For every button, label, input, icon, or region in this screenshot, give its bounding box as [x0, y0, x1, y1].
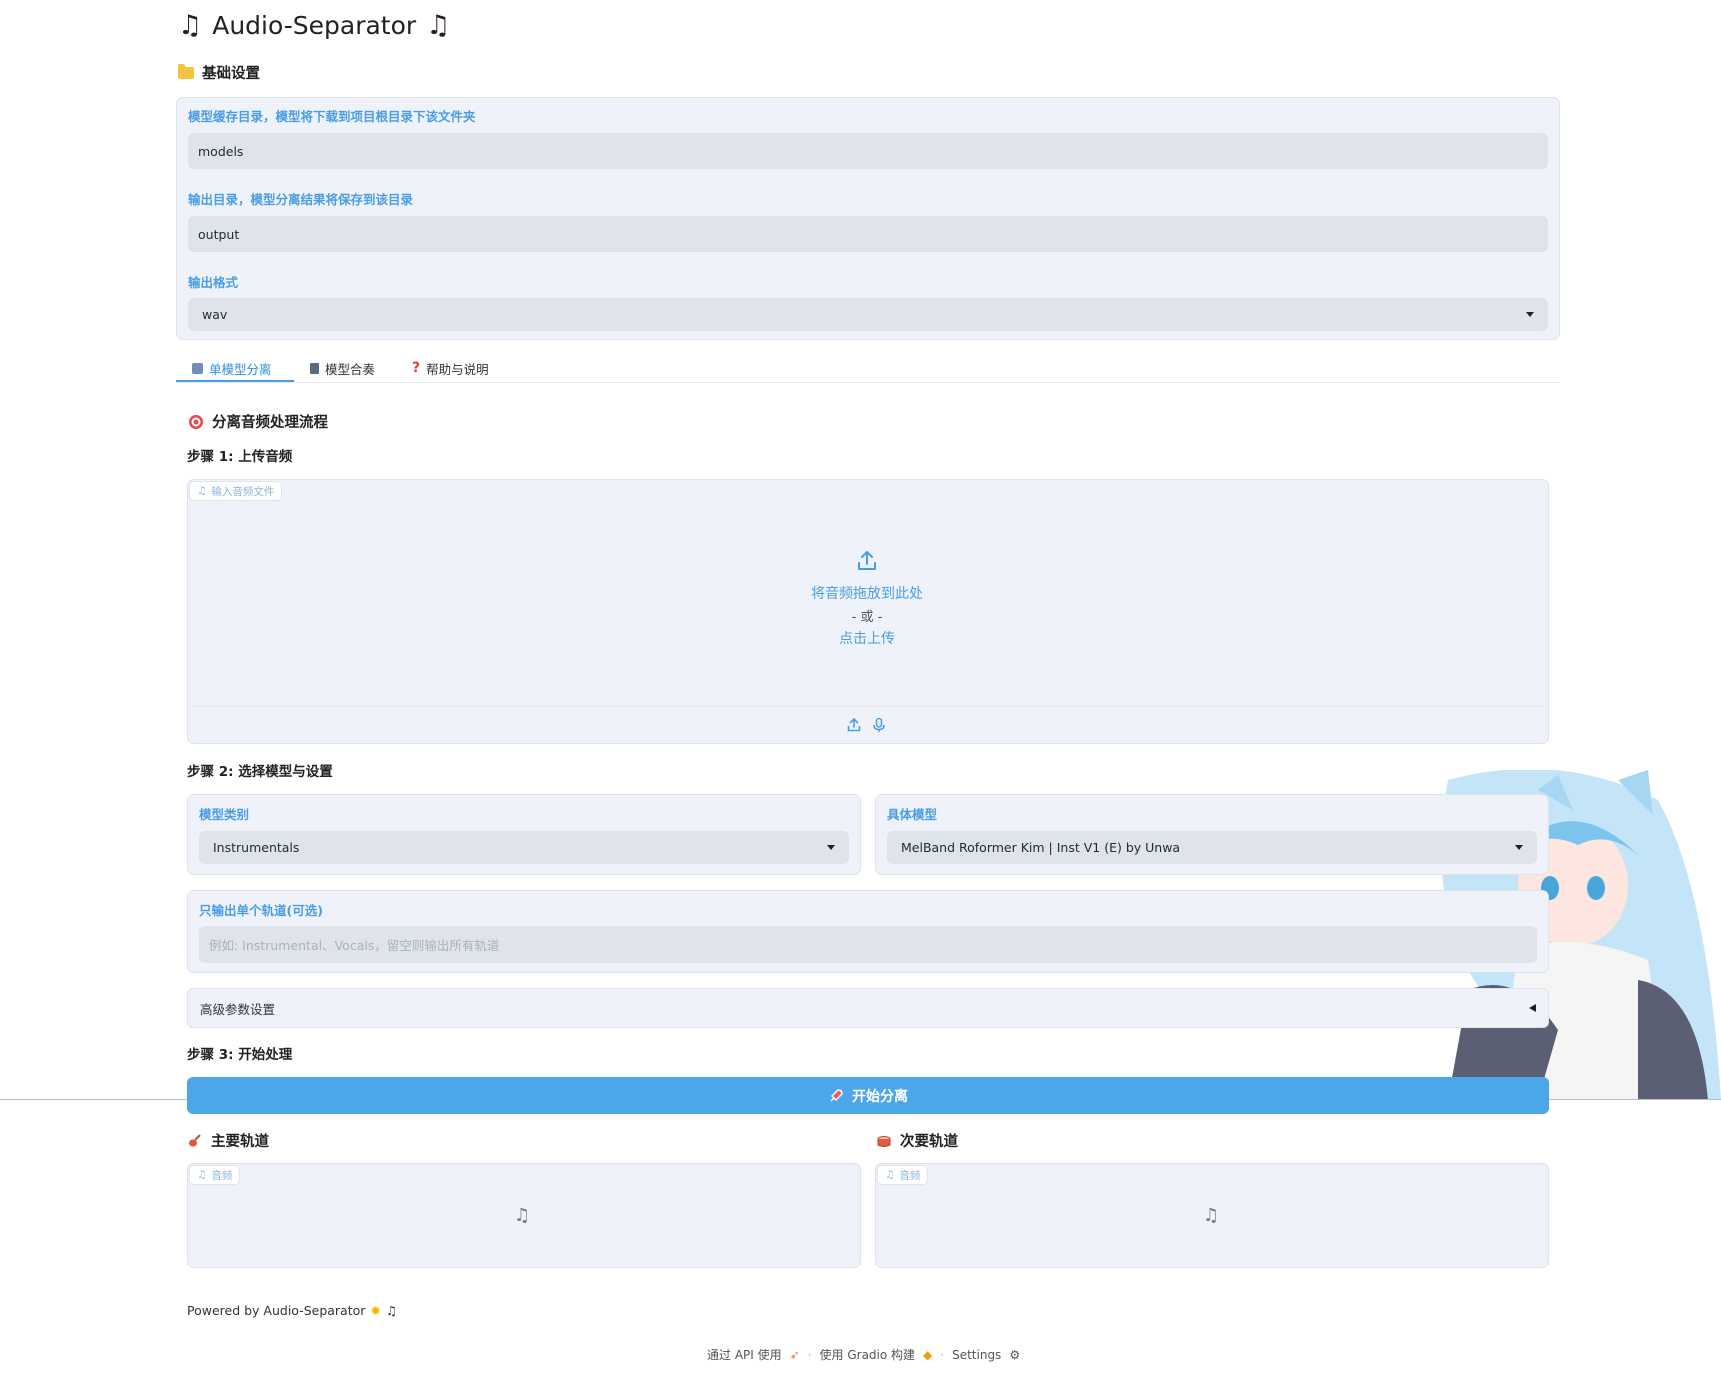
- secondary-audio-chip-label: 音频: [899, 1169, 921, 1182]
- footer-links: 通过 API 使用 ➶ · 使用 Gradio 构建 ◆ · Settings …: [707, 1346, 1020, 1363]
- secondary-stem-heading: 次要轨道: [876, 1130, 958, 1151]
- caret-left-icon: [1529, 1004, 1536, 1012]
- output-format-dropdown[interactable]: wav: [188, 298, 1548, 331]
- upload-icon: [858, 551, 876, 570]
- powered-by: Powered by Audio-Separator ✹ ♫: [187, 1303, 397, 1318]
- upload-chip-label: 输入音频文件: [211, 485, 275, 498]
- advanced-settings-label: 高级参数设置: [200, 1001, 276, 1017]
- model-dir-label: 模型缓存目录，模型将下载到项目根目录下该文件夹: [188, 109, 476, 124]
- upload-click-link[interactable]: 点击上传: [687, 628, 1047, 648]
- upload-drop-text: 将音频拖放到此处: [811, 586, 923, 602]
- specific-model-label: 具体模型: [887, 807, 938, 822]
- start-separation-label: 开始分离: [852, 1087, 908, 1104]
- step1-label: 步骤 1: 上传音频: [187, 449, 293, 465]
- separator-dot: ·: [807, 1347, 812, 1362]
- tab-ensemble[interactable]: 模型合奏: [310, 353, 375, 383]
- single-stem-label: 只输出单个轨道(可选): [199, 903, 323, 918]
- grid-icon: [192, 362, 203, 374]
- start-separation-button[interactable]: 开始分离: [187, 1077, 1549, 1114]
- music-note-icon: ♫: [426, 10, 451, 41]
- model-type-value: Instrumentals: [213, 840, 300, 855]
- output-format-value: wav: [202, 307, 228, 322]
- primary-audio-chip: ♫ 音频: [189, 1165, 241, 1185]
- model-type-dropdown[interactable]: Instrumentals: [199, 831, 849, 864]
- secondary-stem-heading-text: 次要轨道: [900, 1134, 958, 1150]
- settings-link[interactable]: Settings: [952, 1348, 1001, 1362]
- chevron-down-icon: [827, 845, 835, 850]
- basic-settings-heading: 基础设置: [178, 62, 260, 83]
- model-dir-input[interactable]: models: [188, 133, 1548, 169]
- primary-stem-heading-text: 主要轨道: [211, 1134, 269, 1150]
- book-icon: [310, 362, 319, 374]
- separator-dot: ·: [940, 1347, 945, 1362]
- rocket-icon: ➶: [789, 1347, 800, 1362]
- specific-model-value: MelBand Roformer Kim | Inst V1 (E) by Un…: [901, 840, 1181, 855]
- upload-or-text: - 或 -: [851, 610, 883, 625]
- question-icon: ?: [412, 360, 421, 376]
- music-note-icon: ♫: [197, 485, 207, 497]
- powered-by-text: Powered by Audio-Separator: [187, 1303, 366, 1318]
- upload-divider: [188, 706, 1548, 707]
- app-title-text: Audio-Separator: [212, 11, 417, 40]
- basic-settings-heading-text: 基础设置: [202, 66, 260, 82]
- music-note-icon: ♫: [197, 1169, 207, 1181]
- tab-ensemble-label: 模型合奏: [325, 361, 376, 377]
- advanced-settings-accordion[interactable]: 高级参数设置: [187, 988, 1549, 1028]
- flow-heading-text: 分离音频处理流程: [212, 415, 328, 431]
- tab-single-model-label: 单模型分离: [209, 361, 272, 377]
- rocket-icon: [830, 1088, 843, 1101]
- api-link[interactable]: 通过 API 使用: [707, 1346, 782, 1363]
- single-stem-input[interactable]: 例如: Instrumental、Vocals，留空则输出所有轨道: [199, 926, 1537, 963]
- active-tab-indicator: [176, 380, 294, 382]
- output-dir-label: 输出目录，模型分离结果将保存到该目录: [188, 192, 414, 207]
- music-notes-icon: ♫: [385, 1303, 398, 1318]
- upload-small-icon[interactable]: [846, 717, 862, 733]
- tab-single-model[interactable]: 单模型分离: [192, 353, 272, 383]
- primary-stem-heading: 主要轨道: [187, 1130, 269, 1151]
- target-icon: [189, 414, 203, 429]
- model-type-label: 模型类别: [199, 807, 250, 822]
- drum-icon: [877, 1135, 891, 1147]
- tab-help[interactable]: ? 帮助与说明: [412, 353, 489, 383]
- output-dir-input[interactable]: output: [188, 216, 1548, 252]
- app-title: ♫ Audio-Separator ♫: [178, 10, 450, 41]
- music-note-icon: ♫: [885, 1169, 895, 1181]
- step3-label: 步骤 3: 开始处理: [187, 1047, 293, 1063]
- output-format-label: 输出格式: [188, 275, 239, 290]
- gear-icon: ⚙: [1009, 1347, 1021, 1362]
- folder-icon: [178, 63, 194, 79]
- tab-help-label: 帮助与说明: [426, 361, 489, 377]
- chevron-down-icon: [1515, 845, 1523, 850]
- music-note-icon: ♫: [178, 10, 203, 41]
- music-note-icon: ♫: [1203, 1205, 1220, 1226]
- chevron-down-icon: [1526, 312, 1534, 317]
- microphone-icon[interactable]: [871, 717, 887, 733]
- upload-chip: ♫ 输入音频文件: [189, 481, 283, 501]
- step2-label: 步骤 2: 选择模型与设置: [187, 764, 333, 780]
- sparkle-icon: ✹: [370, 1303, 381, 1318]
- primary-audio-chip-label: 音频: [211, 1169, 233, 1182]
- gradio-logo-icon: ◆: [923, 1347, 933, 1362]
- secondary-audio-chip: ♫ 音频: [877, 1165, 929, 1185]
- flow-heading: 分离音频处理流程: [188, 411, 328, 432]
- guitar-icon: [189, 1133, 201, 1146]
- specific-model-dropdown[interactable]: MelBand Roformer Kim | Inst V1 (E) by Un…: [887, 831, 1537, 864]
- gradio-link[interactable]: 使用 Gradio 构建: [820, 1346, 916, 1363]
- music-note-icon: ♫: [514, 1205, 531, 1226]
- tabs-divider: [176, 382, 1560, 383]
